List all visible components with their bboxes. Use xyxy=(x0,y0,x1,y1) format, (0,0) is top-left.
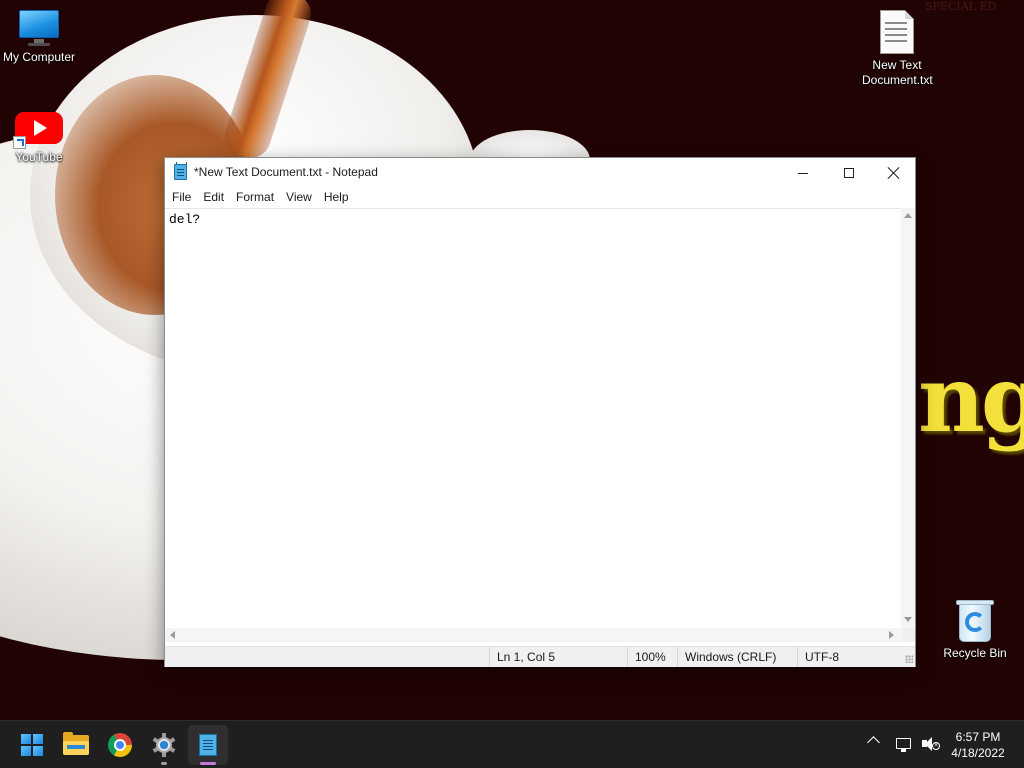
status-cursor-position: Ln 1, Col 5 xyxy=(489,647,627,667)
clock-time: 6:57 PM xyxy=(955,730,1001,744)
text-editor-area[interactable]: del? xyxy=(165,208,901,628)
start-button[interactable] xyxy=(12,725,52,765)
minimize-icon xyxy=(798,172,808,174)
volume-muted-icon[interactable]: × xyxy=(922,736,940,752)
show-hidden-icons-chevron-icon[interactable] xyxy=(867,736,880,749)
desktop-icon-my-computer[interactable]: My Computer xyxy=(0,10,80,65)
network-icon[interactable] xyxy=(896,738,911,752)
text-file-icon xyxy=(880,10,914,54)
taskbar-file-explorer[interactable] xyxy=(56,725,96,765)
desktop-icon-youtube[interactable]: YouTube xyxy=(0,110,80,165)
status-encoding: UTF-8 xyxy=(797,647,901,667)
notepad-icon xyxy=(199,734,217,756)
status-bar: Ln 1, Col 5 100% Windows (CRLF) UTF-8 xyxy=(165,646,915,667)
status-line-endings: Windows (CRLF) xyxy=(677,647,797,667)
close-icon xyxy=(888,167,900,179)
desktop-icon-new-text-document[interactable]: New Text Document.txt xyxy=(856,10,938,88)
scrollbar-corner xyxy=(901,628,915,642)
monitor-icon xyxy=(17,10,61,46)
resize-grip-icon[interactable] xyxy=(905,655,913,663)
taskbar: × 6:57 PM 4/18/2022 xyxy=(0,720,1024,768)
horizontal-scrollbar[interactable] xyxy=(165,628,901,642)
desktop-icon-recycle-bin[interactable]: Recycle Bin xyxy=(934,598,1016,661)
scroll-up-icon[interactable] xyxy=(904,213,912,218)
scroll-right-icon[interactable] xyxy=(889,631,894,639)
active-app-indicator xyxy=(200,762,216,765)
notepad-icon xyxy=(174,162,187,180)
desktop-icon-label: New Text Document.txt xyxy=(862,58,933,87)
desktop-icon-label: Recycle Bin xyxy=(943,646,1007,660)
scroll-down-icon[interactable] xyxy=(904,617,912,622)
maximize-icon xyxy=(844,168,854,178)
chrome-icon xyxy=(108,733,132,757)
scroll-left-icon[interactable] xyxy=(170,631,175,639)
wallpaper-text: ng xyxy=(918,345,1024,453)
clock-date: 4/18/2022 xyxy=(951,746,1005,760)
running-indicator xyxy=(161,762,167,765)
taskbar-chrome[interactable] xyxy=(100,725,140,765)
menu-bar: File Edit Format View Help xyxy=(165,188,915,208)
system-clock[interactable]: 6:57 PM 4/18/2022 xyxy=(944,729,1012,761)
menu-view[interactable]: View xyxy=(280,188,318,208)
window-title: *New Text Document.txt - Notepad xyxy=(194,165,378,179)
taskbar-notepad[interactable] xyxy=(188,725,228,765)
close-button[interactable] xyxy=(871,158,917,188)
desktop-icon-label: My Computer xyxy=(2,50,76,64)
menu-help[interactable]: Help xyxy=(318,188,355,208)
recycle-bin-icon xyxy=(956,598,994,642)
status-zoom: 100% xyxy=(627,647,677,667)
menu-file[interactable]: File xyxy=(166,188,197,208)
folder-icon xyxy=(63,732,89,755)
desktop-icon-label: YouTube xyxy=(15,150,63,164)
vertical-scrollbar[interactable] xyxy=(901,208,915,628)
taskbar-settings[interactable] xyxy=(144,725,184,765)
menu-edit[interactable]: Edit xyxy=(197,188,230,208)
menu-format[interactable]: Format xyxy=(230,188,280,208)
maximize-button[interactable] xyxy=(826,158,872,188)
windows-logo-icon xyxy=(21,734,43,756)
gear-icon xyxy=(152,733,176,757)
youtube-icon xyxy=(13,110,63,149)
notepad-window[interactable]: *New Text Document.txt - Notepad File Ed… xyxy=(164,157,916,667)
shortcut-arrow-icon xyxy=(13,136,26,149)
title-bar[interactable]: *New Text Document.txt - Notepad xyxy=(165,158,915,188)
minimize-button[interactable] xyxy=(780,158,826,188)
